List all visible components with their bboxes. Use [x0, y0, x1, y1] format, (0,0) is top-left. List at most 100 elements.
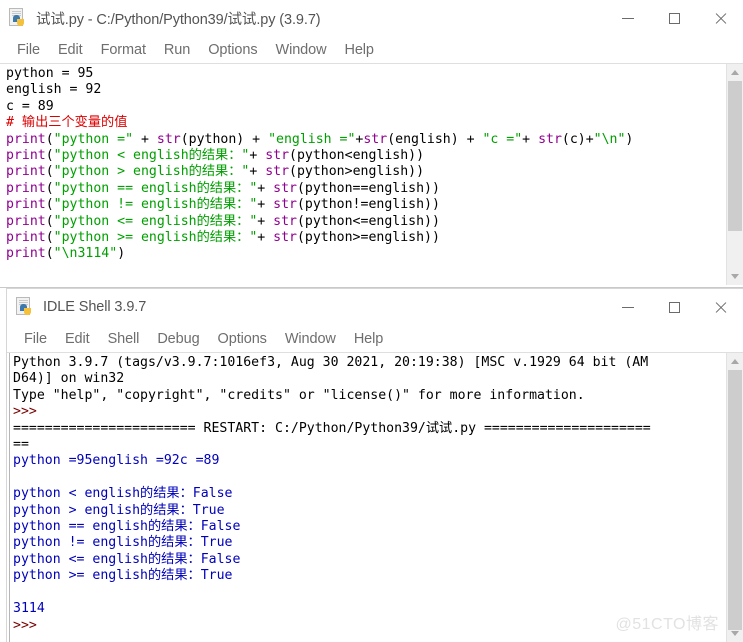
token-plain: +	[257, 213, 274, 229]
scroll-up-arrow-icon[interactable]	[727, 353, 743, 370]
token-plain: +	[257, 230, 274, 246]
code-line: print("python >= english的结果："+ str(pytho…	[6, 230, 725, 246]
token-plain: +	[133, 131, 157, 147]
code-line: print("python =" + str(python) + "englis…	[6, 132, 725, 148]
code-line: c = 89	[6, 99, 725, 115]
shell-line: python =95english =92c =89	[13, 453, 725, 469]
token-string: "\n"	[593, 131, 626, 147]
shell-line: python != english的结果：True	[13, 535, 725, 551]
shell-menu-help[interactable]: Help	[345, 331, 392, 347]
shell-window-controls	[605, 289, 743, 325]
token-builtin: str	[363, 131, 388, 147]
token-plain: (english) +	[387, 131, 483, 147]
token-plain: ==	[13, 437, 29, 453]
editor-scroll-thumb[interactable]	[728, 81, 742, 231]
shell-menu-shell[interactable]: Shell	[99, 331, 149, 347]
token-builtin: print	[6, 180, 46, 196]
shell-line: Python 3.9.7 (tags/v3.9.7:1016ef3, Aug 3…	[13, 355, 725, 371]
editor-menu-help[interactable]: Help	[335, 42, 382, 58]
token-prompt: >>>	[13, 404, 37, 420]
shell-line: python >= english的结果：True	[13, 568, 725, 584]
scroll-down-arrow-icon[interactable]	[727, 268, 743, 285]
token-plain: c = 89	[6, 98, 54, 114]
token-plain: (	[45, 197, 54, 213]
token-plain: english = 92	[6, 82, 102, 98]
token-plain: +	[249, 164, 266, 180]
editor-code-area[interactable]: python = 95 english = 92 c = 89 # 输出三个变量的值 p…	[2, 64, 725, 283]
editor-window-title: 试试.py - C:/Python/Python39/试试.py (3.9.7)	[36, 11, 321, 28]
code-line: english = 92	[6, 82, 725, 98]
maximize-icon	[668, 12, 680, 24]
editor-menubar: File Edit Format Run Options Window Help	[0, 36, 743, 64]
editor-menu-format[interactable]: Format	[92, 42, 155, 58]
close-button[interactable]	[697, 289, 743, 325]
editor-menu-window[interactable]: Window	[266, 42, 335, 58]
code-line: print("python > english的结果："+ str(python…	[6, 164, 725, 180]
token-plain: (	[45, 246, 54, 262]
scroll-down-arrow-icon[interactable]	[727, 625, 743, 642]
token-plain: python = 95	[6, 66, 94, 81]
token-plain: )	[625, 131, 634, 147]
shell-output-area[interactable]: Python 3.9.7 (tags/v3.9.7:1016ef3, Aug 3…	[9, 353, 725, 642]
token-plain: (	[45, 213, 54, 229]
shell-vertical-scrollbar[interactable]	[726, 353, 743, 642]
shell-menu-options[interactable]: Options	[209, 331, 276, 347]
minimize-button[interactable]	[605, 289, 651, 325]
token-builtin: print	[6, 164, 46, 180]
minimize-button[interactable]	[605, 0, 651, 36]
maximize-button[interactable]	[651, 289, 697, 325]
maximize-button[interactable]	[651, 0, 697, 36]
shell-titlebar: IDLE Shell 3.9.7	[7, 289, 743, 325]
token-plain: (python<english))	[289, 148, 425, 164]
editor-menu-run[interactable]: Run	[155, 42, 199, 58]
token-builtin: print	[6, 213, 46, 229]
code-line: print("\n3114")	[6, 246, 725, 262]
editor-menu-file[interactable]: File	[8, 42, 49, 58]
token-plain: +	[257, 197, 274, 213]
token-string: "python >= english的结果："	[53, 230, 258, 246]
editor-menu-edit[interactable]: Edit	[49, 42, 92, 58]
shell-menu-edit[interactable]: Edit	[56, 331, 99, 347]
token-builtin: print	[6, 230, 46, 246]
token-plain: (	[45, 230, 54, 246]
token-builtin: print	[6, 131, 46, 147]
token-plain: +	[257, 180, 274, 196]
token-plain: (	[45, 180, 54, 196]
shell-line: D64)] on win32	[13, 371, 725, 387]
token-builtin: str	[265, 148, 290, 164]
token-plain: (python>english))	[289, 164, 425, 180]
token-string: "\n3114"	[53, 246, 118, 262]
code-line: print("python == english的结果："+ str(pytho…	[6, 181, 725, 197]
close-button[interactable]	[697, 0, 743, 36]
shell-menu-file[interactable]: File	[15, 331, 56, 347]
token-plain: Python 3.9.7 (tags/v3.9.7:1016ef3, Aug 3…	[13, 355, 649, 370]
token-stdout: python >= english的结果：True	[13, 568, 233, 584]
idle-editor-window: 试试.py - C:/Python/Python39/试试.py (3.9.7)…	[0, 0, 743, 288]
token-builtin: str	[265, 164, 290, 180]
token-string: "c ="	[482, 131, 523, 147]
shell-menu-debug[interactable]: Debug	[148, 331, 208, 347]
idle-shell-window: IDLE Shell 3.9.7 File Edit Shell Debug Optio…	[6, 288, 743, 642]
minimize-icon	[622, 17, 634, 19]
scroll-up-arrow-icon[interactable]	[727, 64, 743, 81]
code-line: python = 95	[6, 66, 725, 82]
token-plain: (c)+	[561, 131, 594, 147]
shell-line: >>>	[13, 404, 725, 420]
shell-menu-window[interactable]: Window	[276, 331, 345, 347]
token-stdout: 3114	[13, 601, 45, 617]
shell-line: Type "help", "copyright", "credits" or "…	[13, 388, 725, 404]
editor-vertical-scrollbar[interactable]	[726, 64, 743, 285]
shell-scroll-thumb[interactable]	[728, 370, 742, 630]
minimize-icon	[622, 306, 634, 308]
editor-menu-options[interactable]: Options	[199, 42, 266, 58]
token-stdout: python > english的结果：True	[13, 502, 225, 518]
shell-line: python == english的结果：False	[13, 519, 725, 535]
token-plain: +	[249, 148, 266, 164]
token-prompt: >>>	[13, 617, 37, 633]
token-stdout: python < english的结果：False	[13, 486, 233, 502]
token-plain: (	[45, 148, 54, 164]
token-string: "python <= english的结果："	[53, 213, 258, 229]
token-comment: # 输出三个变量的值	[6, 115, 128, 131]
